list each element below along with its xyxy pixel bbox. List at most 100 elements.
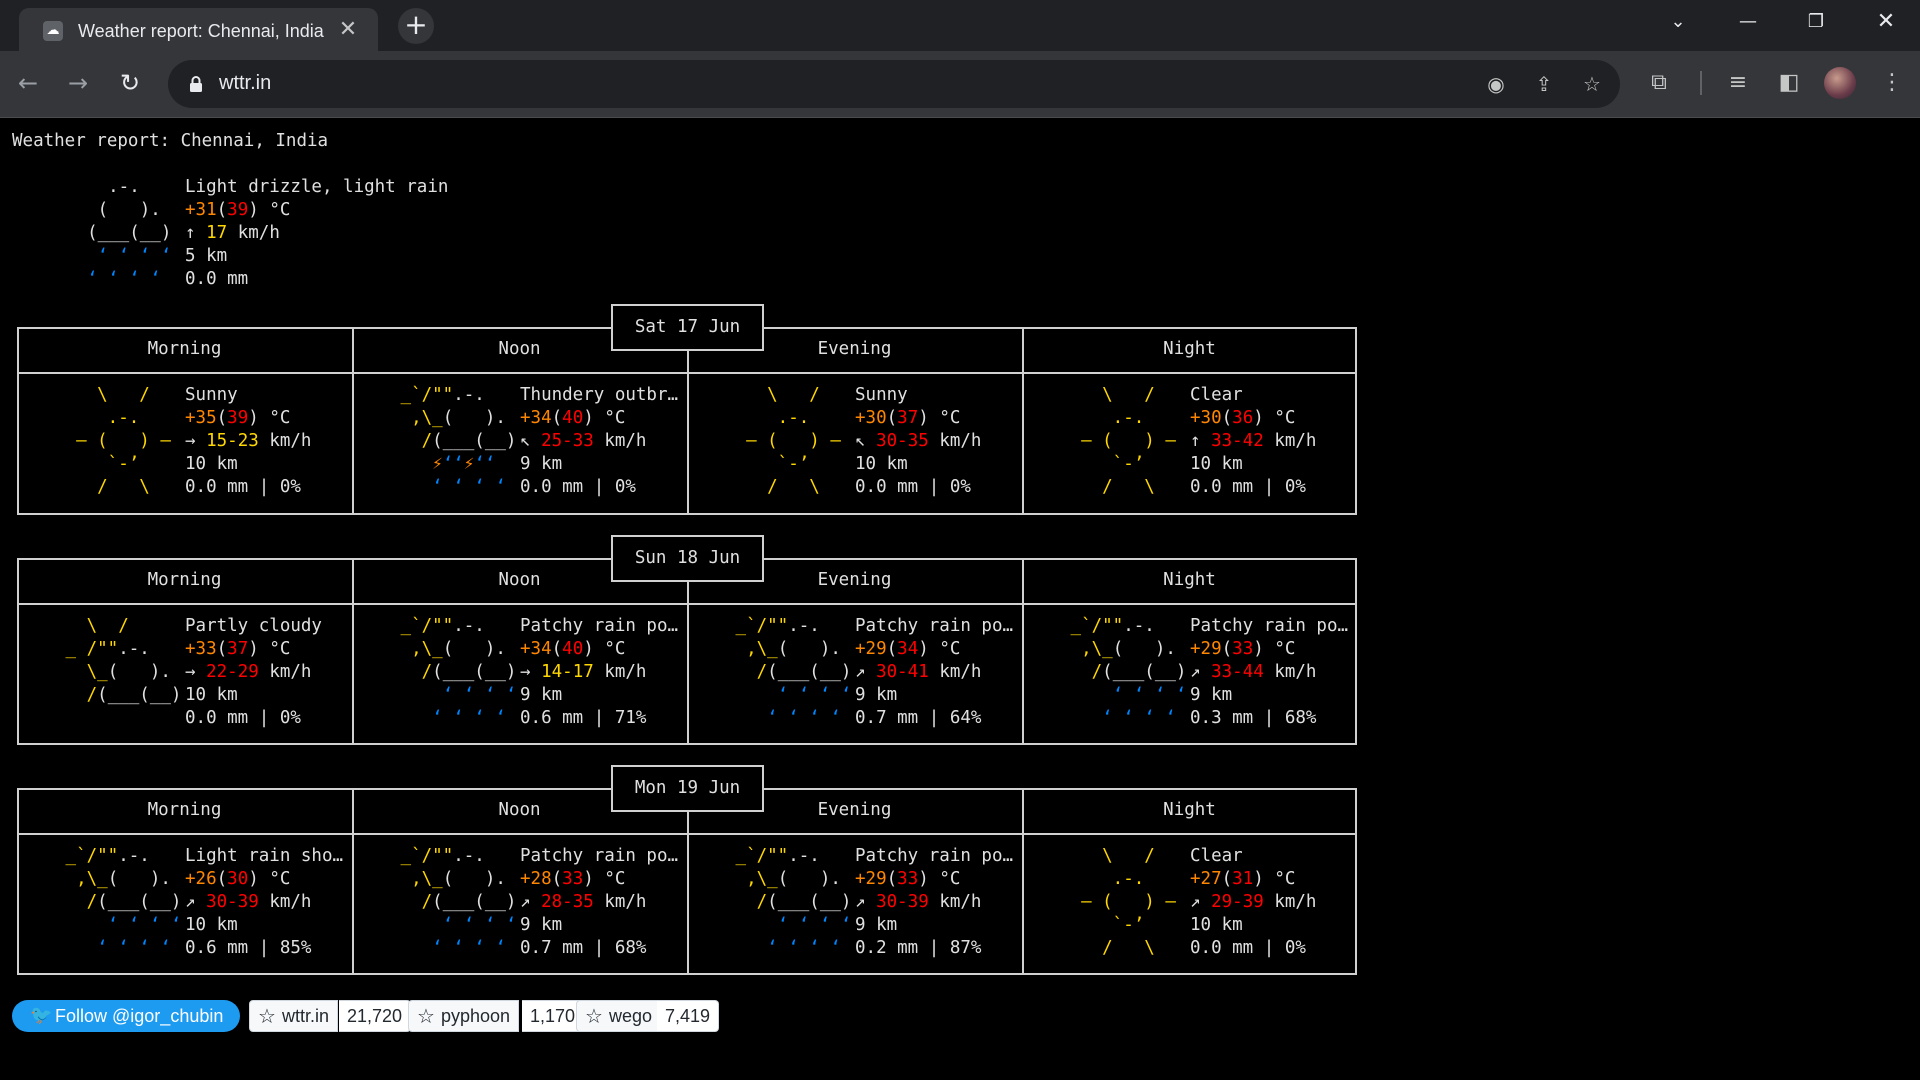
period-wind: ↑ 33-42 km/h: [1190, 431, 1317, 451]
period-temperature: +35(39) °C: [185, 408, 291, 428]
period-visibility: 10 km: [185, 915, 238, 935]
period-visibility: 10 km: [1190, 454, 1243, 474]
tab-close-icon[interactable]: ✕: [334, 16, 362, 44]
github-star-button[interactable]: ☆ wttr.in: [249, 1000, 339, 1032]
weather-page: Weather report: Chennai, India .-. ( ). …: [0, 118, 1920, 1080]
eye-slash-icon[interactable]: ◉: [1482, 70, 1510, 98]
current-precipitation: 0.0 mm: [185, 269, 249, 289]
twitter-follow-button[interactable]: 🐦 Follow @igor_chubin: [12, 1000, 240, 1032]
side-panel-icon[interactable]: ◧: [1773, 67, 1805, 99]
share-icon[interactable]: ⇪: [1530, 70, 1558, 98]
period-condition: Patchy rain po…: [520, 616, 679, 636]
period-temperature: +26(30) °C: [185, 869, 291, 889]
toolbar-divider: [1700, 71, 1702, 95]
period-condition: Sunny: [185, 385, 238, 405]
period-visibility: 9 km: [855, 915, 898, 935]
period-header-evening: Evening: [817, 800, 892, 820]
period-condition: Light rain sho…: [185, 846, 344, 866]
period-header-night: Night: [1163, 339, 1216, 359]
weather-sunny-icon: \ / .-. ― ( ) ― `-’ / \: [1081, 846, 1176, 958]
weather-partly-cloudy-icon: \ / _ /"".-. \_( ). /(___(__): [55, 616, 182, 705]
period-header-night: Night: [1163, 570, 1216, 590]
period-temperature: +34(40) °C: [520, 408, 626, 428]
period-precipitation: 0.0 mm | 0%: [1190, 477, 1306, 497]
github-star-count[interactable]: 1,170: [522, 1000, 585, 1032]
period-header-morning: Morning: [147, 570, 222, 590]
weather-rain-icon: _`/"".-. ,\_( ). /(___(__) ‘ ‘ ‘ ‘ ‘ ‘ ‘…: [390, 616, 517, 728]
twitter-follow-label: Follow @igor_chubin: [55, 1006, 224, 1026]
period-temperature: +29(33) °C: [855, 869, 961, 889]
window-close-icon[interactable]: ✕: [1854, 0, 1918, 44]
period-precipitation: 0.6 mm | 85%: [185, 938, 312, 958]
period-condition: Patchy rain po…: [855, 616, 1014, 636]
star-icon: ☆: [258, 1004, 276, 1028]
restore-icon[interactable]: ❐: [1784, 0, 1848, 44]
period-wind: ↗ 28-35 km/h: [520, 892, 647, 912]
browser-toolbar: ← → ↻ wttr.in ◉ ⇪ ☆ ⧉ ≡ ◧ ⋮: [0, 51, 1920, 118]
period-precipitation: 0.7 mm | 68%: [520, 938, 647, 958]
tab-search-icon[interactable]: ⌄: [1646, 0, 1710, 44]
wttr-favicon-icon: ☁: [43, 21, 63, 41]
period-visibility: 9 km: [520, 454, 563, 474]
github-star-count[interactable]: 7,419: [657, 1000, 720, 1032]
star-icon: ☆: [417, 1004, 435, 1028]
minimize-icon[interactable]: —: [1716, 0, 1780, 44]
period-temperature: +27(31) °C: [1190, 869, 1296, 889]
period-visibility: 10 km: [185, 454, 238, 474]
current-visibility: 5 km: [185, 246, 228, 266]
period-header-noon: Noon: [498, 339, 541, 359]
weather-rain-icon: _`/"".-. ,\_( ). /(___(__) ‘ ‘ ‘ ‘ ‘ ‘ ‘…: [55, 846, 182, 958]
browser-tab[interactable]: ☁ Weather report: Chennai, India ✕: [19, 8, 378, 51]
period-wind: ↖ 25-33 km/h: [520, 431, 647, 451]
forward-arrow-icon[interactable]: →: [60, 65, 96, 101]
period-condition: Patchy rain po…: [1190, 616, 1349, 636]
weather-sunny-icon: \ / .-. ― ( ) ― `-’ / \: [76, 385, 171, 497]
profile-avatar[interactable]: [1824, 67, 1856, 99]
period-condition: Partly cloudy: [185, 616, 322, 636]
period-wind: ↖ 30-35 km/h: [855, 431, 982, 451]
twitter-bird-icon: 🐦: [30, 1005, 53, 1026]
period-visibility: 9 km: [520, 915, 563, 935]
current-temperature: +31(39) °C: [185, 200, 291, 220]
github-star-button[interactable]: ☆ wego: [576, 1000, 662, 1032]
period-precipitation: 0.0 mm | 0%: [185, 477, 301, 497]
period-precipitation: 0.3 mm | 68%: [1190, 708, 1317, 728]
period-precipitation: 0.0 mm | 0%: [520, 477, 636, 497]
menu-kebab-icon[interactable]: ⋮: [1876, 67, 1908, 99]
period-precipitation: 0.0 mm | 0%: [855, 477, 971, 497]
period-temperature: +28(33) °C: [520, 869, 626, 889]
period-wind: ↗ 30-41 km/h: [855, 662, 982, 682]
period-visibility: 9 km: [520, 685, 563, 705]
period-precipitation: 0.2 mm | 87%: [855, 938, 982, 958]
lock-icon: [190, 76, 202, 92]
period-wind: ↗ 29-39 km/h: [1190, 892, 1317, 912]
bookmark-star-icon[interactable]: ☆: [1578, 70, 1606, 98]
period-wind: ↗ 30-39 km/h: [185, 892, 312, 912]
media-queue-icon[interactable]: ≡: [1722, 67, 1754, 99]
address-bar[interactable]: wttr.in ◉ ⇪ ☆: [168, 60, 1620, 108]
current-weather-icon: .-. ( ). (___(__) ‘ ‘ ‘ ‘ ‘ ‘ ‘ ‘: [87, 177, 172, 289]
weather-sunny-icon: \ / .-. ― ( ) ― `-’ / \: [1081, 385, 1176, 497]
period-temperature: +29(34) °C: [855, 639, 961, 659]
github-star-button[interactable]: ☆ pyphoon: [408, 1000, 520, 1032]
new-tab-button[interactable]: +: [398, 8, 434, 44]
period-condition: Patchy rain po…: [855, 846, 1014, 866]
period-temperature: +30(36) °C: [1190, 408, 1296, 428]
period-wind: → 22-29 km/h: [185, 662, 312, 682]
period-header-morning: Morning: [147, 800, 222, 820]
weather-thundery-icon: _`/"".-. ,\_( ). /(___(__) ⚡‘‘⚡‘‘ ‘ ‘ ‘ …: [390, 385, 517, 497]
reload-icon[interactable]: ↻: [112, 65, 148, 101]
tab-strip: ☁ Weather report: Chennai, India ✕ + ⌄ —…: [0, 0, 1920, 51]
weather-rain-icon: _`/"".-. ,\_( ). /(___(__) ‘ ‘ ‘ ‘ ‘ ‘ ‘…: [725, 846, 852, 958]
back-arrow-icon[interactable]: ←: [10, 65, 46, 101]
period-condition: Clear: [1190, 846, 1243, 866]
period-temperature: +34(40) °C: [520, 639, 626, 659]
period-visibility: 9 km: [855, 685, 898, 705]
url-text: wttr.in: [219, 72, 272, 94]
tab-title: Weather report: Chennai, India: [78, 21, 324, 41]
period-precipitation: 0.6 mm | 71%: [520, 708, 647, 728]
github-star-count[interactable]: 21,720: [339, 1000, 412, 1032]
period-condition: Sunny: [855, 385, 908, 405]
weather-rain-icon: _`/"".-. ,\_( ). /(___(__) ‘ ‘ ‘ ‘ ‘ ‘ ‘…: [725, 616, 852, 728]
extensions-puzzle-icon[interactable]: ⧉: [1643, 67, 1675, 99]
